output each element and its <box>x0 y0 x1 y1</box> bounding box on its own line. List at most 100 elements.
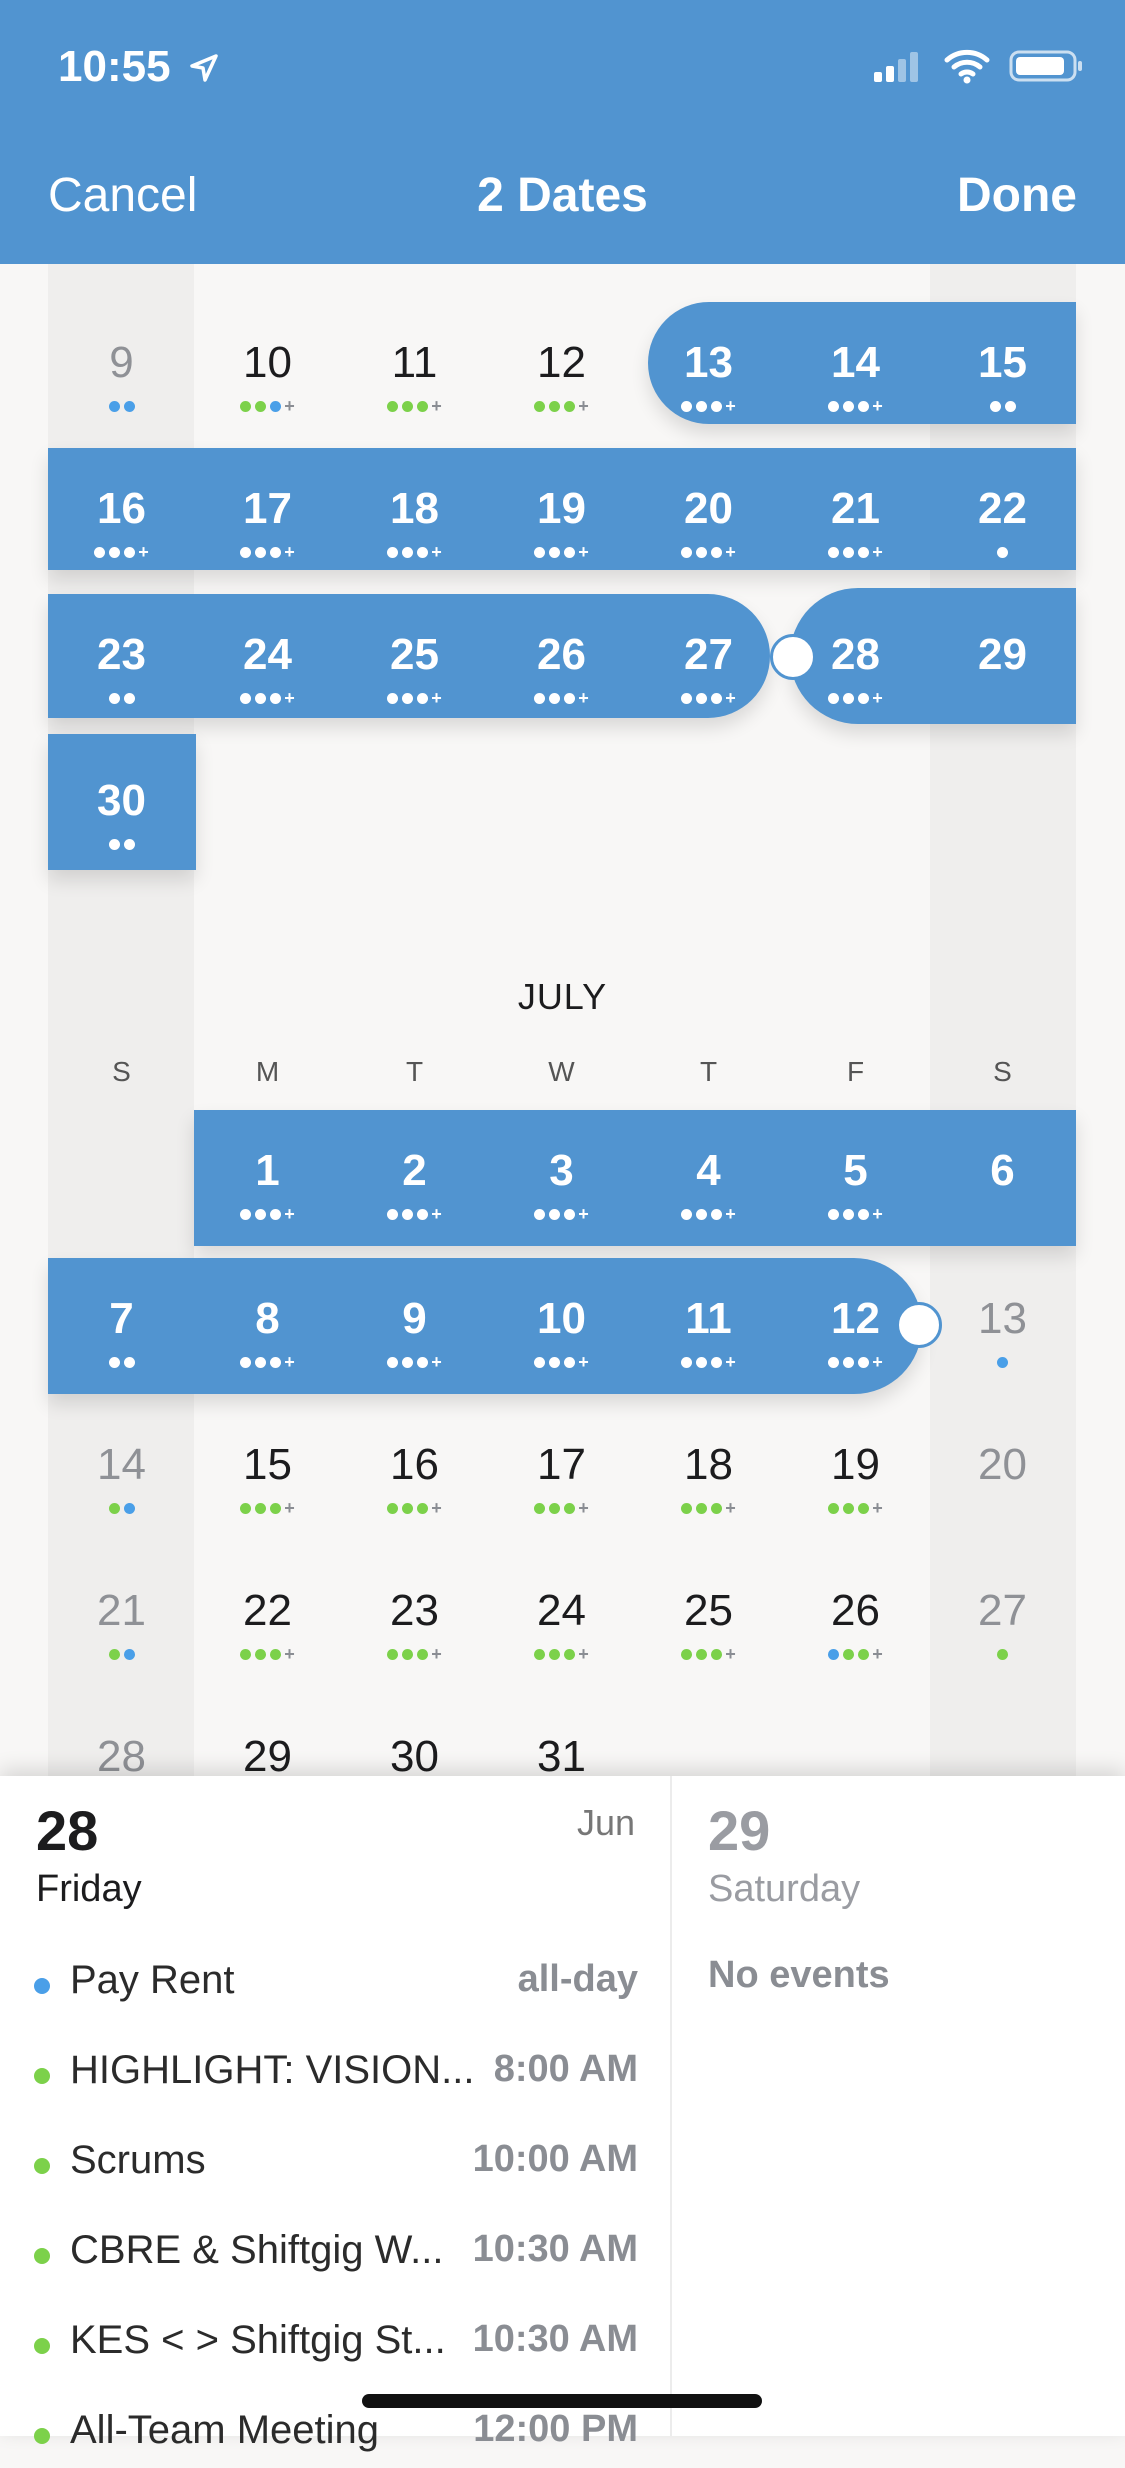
event-dots: + <box>488 542 635 561</box>
event-dots: + <box>488 396 635 415</box>
calendar-day-july-4[interactable]: 4 + <box>635 1110 782 1230</box>
calendar-day-july-24[interactable]: 24 + <box>488 1550 635 1670</box>
calendar-day-june-30[interactable]: 30 <box>48 740 195 860</box>
calendar-day-june-15[interactable]: 15 <box>929 302 1076 422</box>
calendar-day-july-26[interactable]: 26 + <box>782 1550 929 1670</box>
weekday-label: W <box>548 1056 575 1087</box>
event-dot <box>387 546 399 558</box>
more-events-indicator: + <box>431 541 444 562</box>
calendar-day-june-26[interactable]: 26 + <box>488 594 635 714</box>
more-events-indicator: + <box>284 541 297 562</box>
event-dot <box>124 546 136 558</box>
selected-day-month: Jun <box>576 1802 635 1843</box>
calendar-day-july-5[interactable]: 5 + <box>782 1110 929 1230</box>
calendar-day-july-3[interactable]: 3 + <box>488 1110 635 1230</box>
event-dot <box>843 1648 855 1660</box>
calendar-day-july-19[interactable]: 19 + <box>782 1404 929 1524</box>
event-item[interactable]: All-Team Meeting 12:00 PM <box>34 2408 638 2468</box>
calendar-day-june-29[interactable]: 29 <box>929 594 1076 714</box>
calendar-day-july-2[interactable]: 2 + <box>341 1110 488 1230</box>
calendar-day-july-27[interactable]: 27 <box>929 1550 1076 1670</box>
calendar-day-july-9[interactable]: 9 + <box>341 1258 488 1378</box>
calendar-day-july-6[interactable]: 6 <box>929 1110 1076 1230</box>
calendar-day-july-16[interactable]: 16 + <box>341 1404 488 1524</box>
calendar-day-july-14[interactable]: 14 <box>48 1404 195 1524</box>
calendar-day-july-12[interactable]: 12 + <box>782 1258 929 1378</box>
event-dot <box>696 692 708 704</box>
calendar-day-june-16[interactable]: 16 + <box>48 448 195 568</box>
calendar-day-july-25[interactable]: 25 + <box>635 1550 782 1670</box>
calendar-day-june-14[interactable]: 14 + <box>782 302 929 422</box>
calendar-day-july-1[interactable]: 1 + <box>194 1110 341 1230</box>
calendar-day-june-27[interactable]: 27 + <box>635 594 782 714</box>
weekday-label: S <box>993 1056 1012 1087</box>
day-number: 30 <box>97 776 146 825</box>
day-number: 4 <box>696 1146 721 1195</box>
month-label-july: JULY <box>517 976 608 1017</box>
calendar-day-july-11[interactable]: 11 + <box>635 1258 782 1378</box>
calendar-day-july-18[interactable]: 18 + <box>635 1404 782 1524</box>
more-events-indicator: + <box>725 395 738 416</box>
event-dot <box>549 546 561 558</box>
location-arrow-icon <box>190 54 218 82</box>
calendar-day-july-23[interactable]: 23 + <box>341 1550 488 1670</box>
day-number: 12 <box>831 1294 880 1343</box>
calendar-day-july-13[interactable]: 13 <box>929 1258 1076 1378</box>
calendar-day-june-23[interactable]: 23 <box>48 594 195 714</box>
calendar-day-july-7[interactable]: 7 <box>48 1258 195 1378</box>
event-dot <box>696 1648 708 1660</box>
day-number: 13 <box>684 338 733 387</box>
calendar-day-june-17[interactable]: 17 + <box>194 448 341 568</box>
event-dot <box>387 692 399 704</box>
event-dot <box>109 546 121 558</box>
event-item[interactable]: Scrums 10:00 AM <box>34 2138 638 2198</box>
calendar-day-june-28[interactable]: 28 + <box>782 594 929 714</box>
day-number: 2 <box>402 1146 427 1195</box>
more-events-indicator: + <box>725 1497 738 1518</box>
event-dots: + <box>782 687 929 708</box>
event-item[interactable]: KES < > Shiftgig St... 10:30 AM <box>34 2318 638 2378</box>
event-color-dot <box>34 2158 50 2174</box>
calendar-day-june-21[interactable]: 21 + <box>782 448 929 568</box>
calendar-day-june-25[interactable]: 25 + <box>341 594 488 714</box>
event-dots <box>929 1204 1076 1222</box>
more-events-indicator: + <box>431 395 444 416</box>
calendar-day-july-21[interactable]: 21 <box>48 1550 195 1670</box>
calendar-day-july-17[interactable]: 17 + <box>488 1404 635 1524</box>
day-number: 7 <box>109 1294 134 1343</box>
calendar-day-june-9[interactable]: 9 <box>48 302 195 422</box>
calendar-day-july-10[interactable]: 10 + <box>488 1258 635 1378</box>
event-dot <box>828 1648 840 1660</box>
calendar-day-june-18[interactable]: 18 + <box>341 448 488 568</box>
event-dots: + <box>635 395 782 416</box>
calendar-day-july-15[interactable]: 15 + <box>194 1404 341 1524</box>
calendar-day-june-24[interactable]: 24 + <box>194 594 341 714</box>
calendar-day-june-19[interactable]: 19 + <box>488 448 635 568</box>
event-title: HIGHLIGHT: VISION... <box>70 2048 475 2092</box>
calendar-day-june-20[interactable]: 20 + <box>635 448 782 568</box>
event-dots: + <box>194 1352 341 1371</box>
event-item[interactable]: HIGHLIGHT: VISION... 8:00 AM <box>34 2048 638 2108</box>
day-number: 26 <box>831 1586 880 1635</box>
day-number: 8 <box>255 1294 280 1343</box>
calendar-day-june-11[interactable]: 11 + <box>341 302 488 422</box>
event-dot <box>255 1356 267 1368</box>
calendar-day-july-22[interactable]: 22 + <box>194 1550 341 1670</box>
day-number: 20 <box>978 1440 1027 1489</box>
event-title: CBRE & Shiftgig W... <box>70 2228 444 2272</box>
calendar-day-june-10[interactable]: 10 + <box>194 302 341 422</box>
event-item[interactable]: CBRE & Shiftgig W... 10:30 AM <box>34 2228 638 2288</box>
calendar-day-june-12[interactable]: 12 + <box>488 302 635 422</box>
event-dots: + <box>194 1498 341 1517</box>
more-events-indicator: + <box>872 687 885 708</box>
calendar-day-july-20[interactable]: 20 <box>929 1404 1076 1524</box>
calendar-day-june-13[interactable]: 13 + <box>635 302 782 422</box>
more-events-indicator: + <box>578 1643 591 1664</box>
done-button[interactable]: Done <box>957 168 1077 223</box>
event-dot <box>843 1356 855 1368</box>
calendar-day-july-8[interactable]: 8 + <box>194 1258 341 1378</box>
event-dot <box>94 546 106 558</box>
calendar-day-june-22[interactable]: 22 <box>929 448 1076 568</box>
event-item[interactable]: Pay Rent all-day <box>34 1958 638 2018</box>
more-events-indicator: + <box>725 1351 738 1372</box>
